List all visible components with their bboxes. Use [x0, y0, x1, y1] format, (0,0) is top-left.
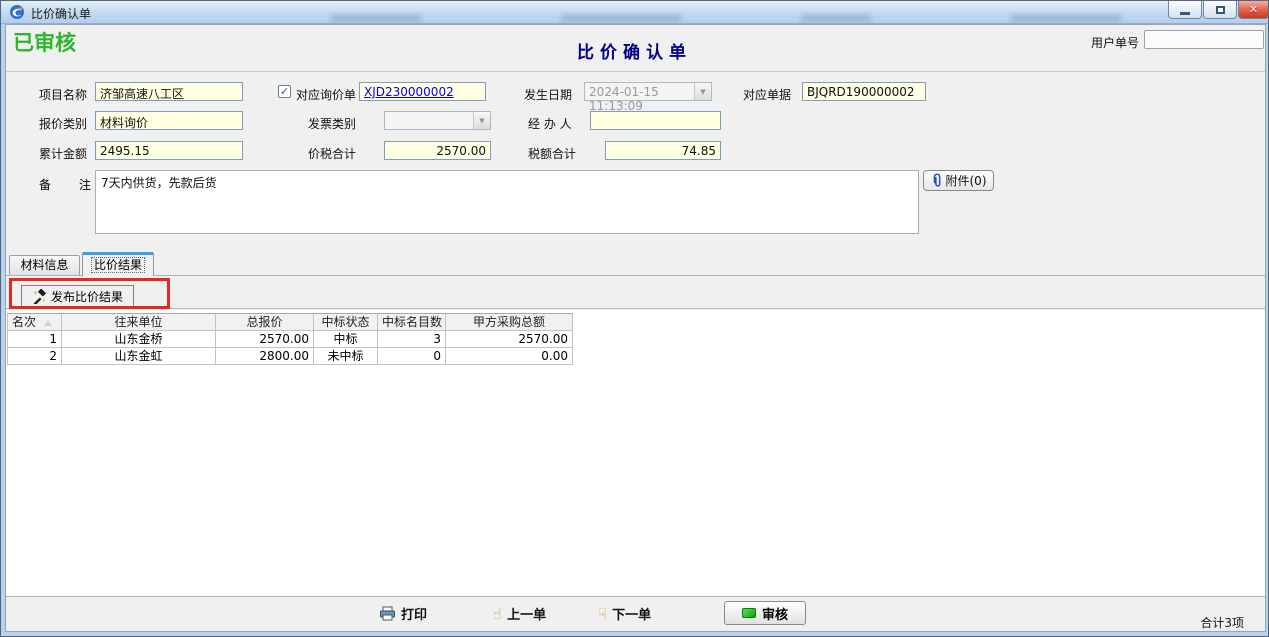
ref-doc-field[interactable]: BJQRD190000002: [802, 82, 926, 101]
maximize-icon: [1216, 6, 1225, 14]
handler-field[interactable]: [590, 111, 721, 130]
quote-type-label: 报价类别: [39, 115, 87, 132]
col-header-buyer-total[interactable]: 甲方采购总额: [446, 313, 573, 331]
tab-compare-result[interactable]: 比价结果: [82, 252, 154, 276]
accum-amount-field[interactable]: 2495.15: [95, 141, 243, 160]
handler-label: 经 办 人: [528, 115, 572, 132]
tax-total-label: 税额合计: [528, 145, 576, 162]
header-divider: [6, 71, 1265, 72]
minimize-button[interactable]: [1168, 1, 1202, 19]
titlebar: 比价确认单: [1, 1, 1268, 24]
accum-amount-label: 累计金额: [39, 145, 87, 162]
col-header-vendor[interactable]: 往来单位: [62, 313, 216, 331]
prev-doc-button[interactable]: ☝ 上一单: [493, 604, 546, 623]
printer-icon: [379, 606, 396, 621]
table-row[interactable]: 2 山东金虹 2800.00 未中标 0 0.00: [7, 348, 573, 365]
user-no-input[interactable]: [1144, 30, 1264, 49]
date-combo[interactable]: 2024-01-15 11:13:09 ▼: [584, 82, 712, 101]
page-title: 比价确认单: [1, 38, 1268, 63]
prev-doc-label: 上一单: [507, 604, 546, 623]
background-window-blur: [561, 14, 681, 22]
close-icon: ✕: [1249, 3, 1258, 16]
attachment-button[interactable]: 附件(0): [923, 170, 994, 191]
col-header-award-status[interactable]: 中标状态: [314, 313, 378, 331]
col-header-total-quote[interactable]: 总报价: [216, 313, 314, 331]
print-button[interactable]: 打印: [379, 604, 427, 623]
publish-result-label: 发布比价结果: [51, 288, 123, 305]
tax-total-field[interactable]: 74.85: [605, 141, 721, 160]
date-label: 发生日期: [524, 86, 572, 103]
hand-up-icon: ☝: [493, 607, 502, 621]
gavel-icon: [32, 289, 47, 304]
price-tax-field[interactable]: 2570.00: [384, 141, 491, 160]
attachment-label: 附件(0): [946, 172, 987, 189]
close-button[interactable]: ✕: [1238, 1, 1269, 19]
background-window-blur: [331, 14, 421, 22]
remark-label: 备 注: [39, 176, 91, 193]
invoice-type-label: 发票类别: [308, 115, 356, 132]
sort-ascending-icon: [44, 320, 52, 326]
window-title: 比价确认单: [31, 5, 91, 22]
result-toolbar: [6, 276, 1265, 309]
audit-label: 审核: [762, 604, 788, 623]
invoice-type-combo[interactable]: ▼: [384, 111, 491, 130]
print-label: 打印: [401, 604, 427, 623]
table-header-row: 名次 往来单位 总报价 中标状态 中标名目数 甲方采购总额: [7, 313, 573, 331]
project-field[interactable]: 济邹高速八工区: [95, 82, 243, 101]
user-no-label: 用户单号: [1091, 34, 1139, 51]
minimize-icon: [1180, 12, 1190, 15]
table-row[interactable]: 1 山东金桥 2570.00 中标 3 2570.00: [7, 331, 573, 348]
publish-result-button[interactable]: 发布比价结果: [21, 285, 134, 307]
next-doc-button[interactable]: ☟ 下一单: [598, 604, 651, 623]
paperclip-icon: [931, 173, 943, 188]
inquiry-link[interactable]: XJD230000002: [364, 85, 454, 99]
inquiry-field[interactable]: XJD230000002: [359, 82, 486, 101]
project-label: 项目名称: [39, 86, 87, 103]
total-count-label: 合计3项: [1200, 614, 1244, 631]
background-window-blur: [1011, 14, 1121, 22]
hand-down-icon: ☟: [598, 607, 607, 621]
maximize-button[interactable]: [1203, 1, 1237, 19]
quote-type-field[interactable]: 材料询价: [95, 111, 243, 130]
inquiry-label: 对应询价单: [296, 86, 356, 103]
col-header-rank[interactable]: 名次: [7, 313, 62, 331]
inquiry-checkbox[interactable]: ✓: [278, 85, 291, 98]
remark-textarea[interactable]: 7天内供货，先款后货: [95, 170, 919, 234]
tab-material-info[interactable]: 材料信息: [9, 255, 80, 275]
next-doc-label: 下一单: [612, 604, 651, 623]
col-header-award-count[interactable]: 中标名目数: [378, 313, 446, 331]
price-tax-label: 价税合计: [308, 145, 356, 162]
background-window-blur: [801, 14, 871, 22]
app-icon: [9, 4, 25, 20]
audit-button[interactable]: 审核: [724, 601, 806, 625]
ref-doc-label: 对应单据: [743, 86, 791, 103]
price-compare-window: 比价确认单 ✕ 已审核 比价确认单 用户单号 项目名称 济邹高速八工区 ✓ 对应…: [0, 0, 1269, 637]
audit-status-icon: [742, 608, 756, 618]
chevron-down-icon[interactable]: ▼: [694, 83, 711, 100]
chevron-down-icon[interactable]: ▼: [473, 112, 490, 129]
